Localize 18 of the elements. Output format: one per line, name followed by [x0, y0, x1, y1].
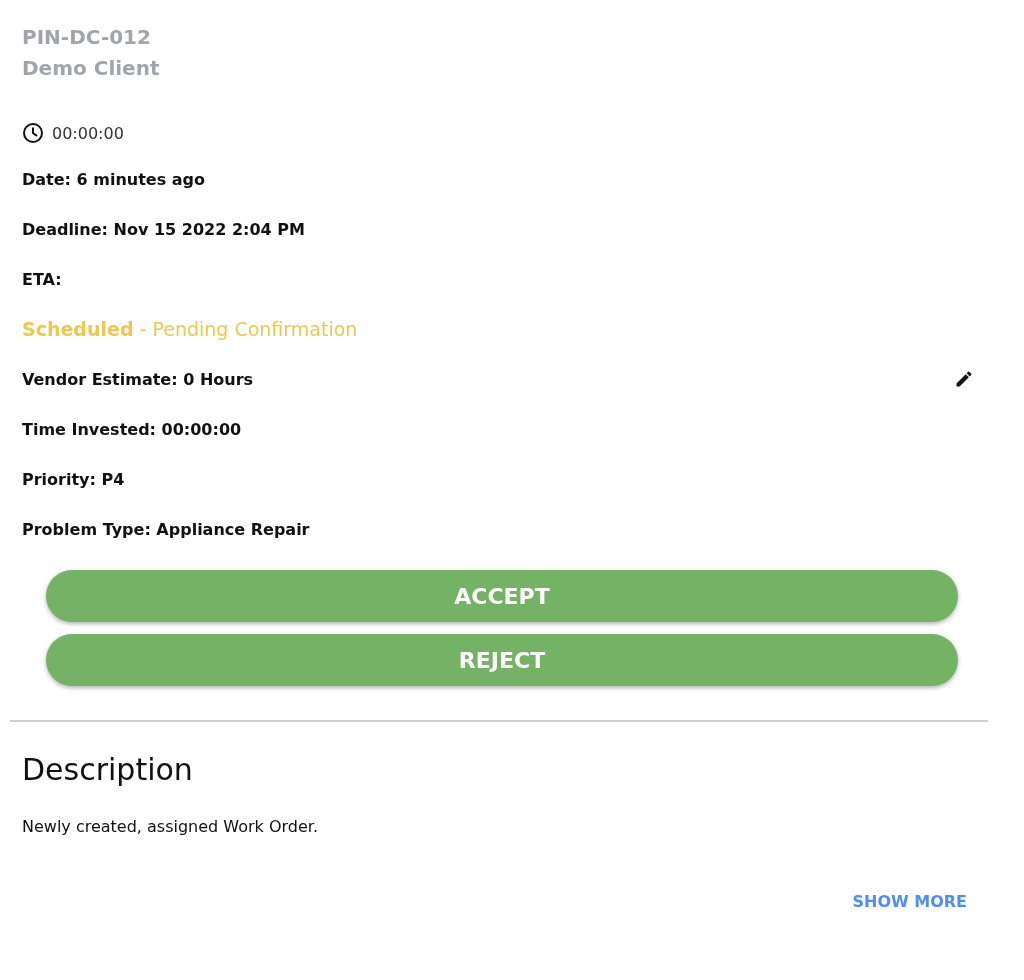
- client-name: Demo Client: [22, 55, 160, 82]
- work-order-code: PIN-DC-012: [22, 24, 151, 51]
- clock-icon: [22, 122, 44, 144]
- detail-text: Time Invested: 00:00:00: [22, 419, 242, 439]
- info-text: Date: 6 minutes ago: [22, 169, 206, 189]
- detail-text: Vendor Estimate: 0 Hours: [22, 369, 254, 389]
- section-heading: Description: [22, 752, 193, 787]
- reject-button[interactable]: REJECT: [46, 634, 958, 686]
- timer-text: 00:00:00: [52, 123, 124, 143]
- show-more-link[interactable]: SHOW MORE: [852, 892, 967, 911]
- detail-text: Problem Type: Appliance Repair: [22, 519, 310, 539]
- info-text: ETA:: [22, 269, 62, 289]
- edit-icon[interactable]: [954, 369, 974, 389]
- accept-button[interactable]: ACCEPT: [46, 570, 958, 622]
- description-text: Newly created, assigned Work Order.: [22, 817, 318, 836]
- status-text: Scheduled - Pending Confirmation: [22, 318, 358, 340]
- detail-text: Priority: P4: [22, 469, 125, 489]
- info-text: Deadline: Nov 15 2022 2:04 PM: [22, 219, 305, 239]
